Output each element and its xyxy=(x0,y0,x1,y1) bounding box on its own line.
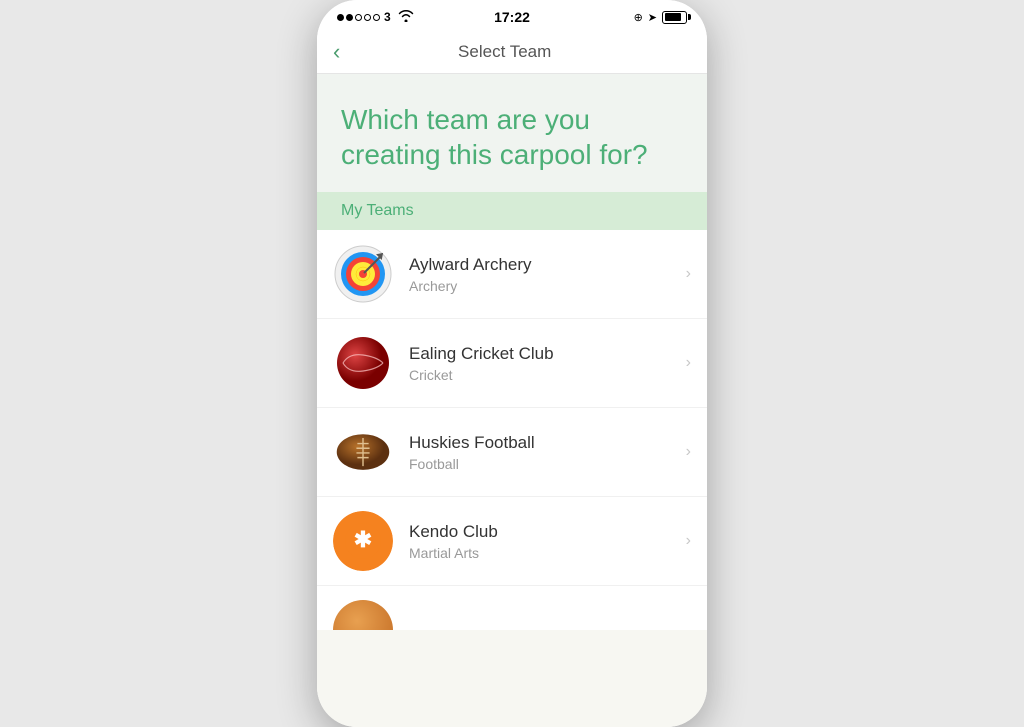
team-name-cricket: Ealing Cricket Club xyxy=(409,344,678,364)
team-list: Aylward Archery Archery › xyxy=(317,230,707,630)
navigation-icon: ➤ xyxy=(648,11,657,24)
team-info-cricket: Ealing Cricket Club Cricket xyxy=(409,344,678,383)
team-sport-cricket: Cricket xyxy=(409,367,678,383)
team-item-football[interactable]: Huskies Football Football › xyxy=(317,408,707,497)
status-right: ⊕ ➤ xyxy=(634,11,687,24)
dot-1 xyxy=(337,14,344,21)
archery-target-svg xyxy=(333,244,393,304)
chevron-icon-archery: › xyxy=(686,265,691,283)
wifi-icon xyxy=(398,10,414,25)
battery-fill xyxy=(665,13,681,21)
signal-number: 3 xyxy=(384,10,391,24)
dot-2 xyxy=(346,14,353,21)
status-time: 17:22 xyxy=(494,9,530,25)
status-bar: 3 17:22 ⊕ ➤ xyxy=(317,0,707,30)
team-item-kendo[interactable]: ✱ Kendo Club Martial Arts › xyxy=(317,497,707,586)
team-info-kendo: Kendo Club Martial Arts xyxy=(409,522,678,561)
team-icon-kendo: ✱ xyxy=(333,511,393,571)
nav-bar: ‹ Select Team xyxy=(317,30,707,74)
my-teams-label: My Teams xyxy=(341,202,414,219)
dot-5 xyxy=(373,14,380,21)
team-icon-fifth xyxy=(333,600,393,630)
battery-icon xyxy=(662,11,687,24)
team-sport-archery: Archery xyxy=(409,278,678,294)
team-item-archery[interactable]: Aylward Archery Archery › xyxy=(317,230,707,319)
team-icon-archery xyxy=(333,244,393,304)
kendo-asterisk-svg: ✱ xyxy=(345,523,381,559)
team-name-archery: Aylward Archery xyxy=(409,255,678,275)
chevron-icon-cricket: › xyxy=(686,354,691,372)
team-name-football: Huskies Football xyxy=(409,433,678,453)
hero-title: Which team are you creating this carpool… xyxy=(341,102,683,172)
signal-dots xyxy=(337,14,380,21)
location-icon: ⊕ xyxy=(634,11,643,24)
chevron-icon-football: › xyxy=(686,443,691,461)
team-sport-football: Football xyxy=(409,456,678,472)
phone-frame: 3 17:22 ⊕ ➤ ‹ Select Team xyxy=(317,0,707,727)
football-svg xyxy=(333,427,393,477)
team-item-partial xyxy=(317,586,707,630)
svg-text:✱: ✱ xyxy=(354,527,372,552)
team-name-kendo: Kendo Club xyxy=(409,522,678,542)
team-icon-football xyxy=(333,422,393,482)
my-teams-section-header: My Teams xyxy=(317,192,707,230)
status-left: 3 xyxy=(337,10,414,25)
dot-4 xyxy=(364,14,371,21)
team-info-archery: Aylward Archery Archery xyxy=(409,255,678,294)
kendo-star-icon: ✱ xyxy=(333,511,393,571)
main-content: Which team are you creating this carpool… xyxy=(317,74,707,727)
cricket-ball-svg xyxy=(335,335,391,391)
team-icon-cricket xyxy=(333,333,393,393)
team-info-football: Huskies Football Football xyxy=(409,433,678,472)
chevron-icon-kendo: › xyxy=(686,532,691,550)
dot-3 xyxy=(355,14,362,21)
team-sport-kendo: Martial Arts xyxy=(409,545,678,561)
hero-section: Which team are you creating this carpool… xyxy=(317,74,707,192)
back-button[interactable]: ‹ xyxy=(333,37,348,67)
nav-title: Select Team xyxy=(348,42,661,62)
team-item-cricket[interactable]: Ealing Cricket Club Cricket › xyxy=(317,319,707,408)
